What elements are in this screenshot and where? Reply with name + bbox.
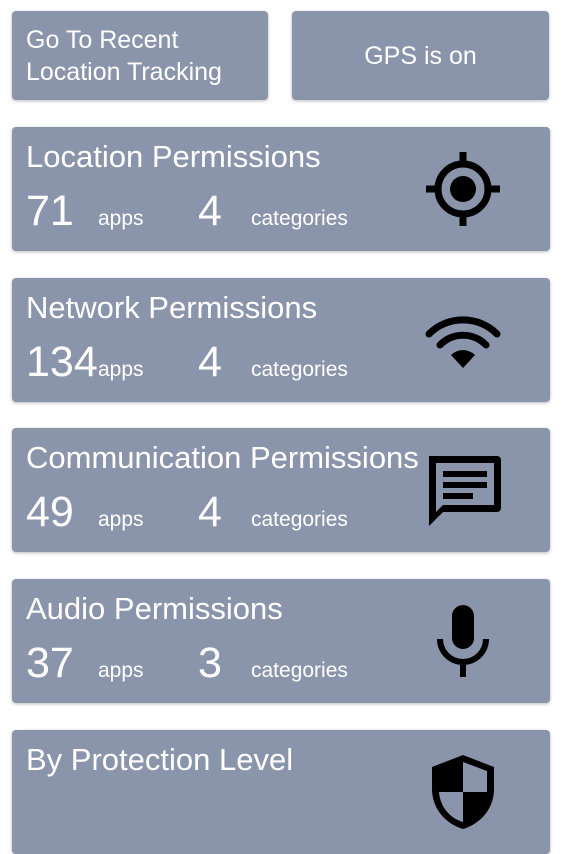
apps-label: apps xyxy=(98,207,144,230)
apps-count: 134 xyxy=(26,338,98,386)
apps-count: 49 xyxy=(26,488,74,536)
apps-label: apps xyxy=(98,358,144,381)
apps-label: apps xyxy=(98,508,144,531)
categories-count: 4 xyxy=(198,488,222,536)
location-target-icon xyxy=(423,149,503,229)
categories-label: categories xyxy=(251,508,348,531)
gps-status-label: GPS is on xyxy=(364,41,477,70)
categories-count: 4 xyxy=(198,338,222,386)
protection-level-card[interactable]: By Protection Level xyxy=(12,730,550,854)
card-title: Communication Permissions xyxy=(26,440,419,475)
card-title: By Protection Level xyxy=(26,742,294,777)
communication-permissions-card[interactable]: Communication Permissions 49 apps 4 cate… xyxy=(12,428,550,552)
card-title: Network Permissions xyxy=(26,290,318,325)
recent-location-tracking-label: Go To Recent Location Tracking xyxy=(26,25,222,86)
card-title: Audio Permissions xyxy=(26,591,283,626)
recent-location-tracking-button[interactable]: Go To Recent Location Tracking xyxy=(12,11,268,100)
location-permissions-card[interactable]: Location Permissions 71 apps 4 categorie… xyxy=(12,127,550,251)
audio-permissions-card[interactable]: Audio Permissions 37 apps 3 categories xyxy=(12,579,550,703)
categories-count: 3 xyxy=(198,639,222,687)
card-title: Location Permissions xyxy=(26,139,321,174)
gps-status-button[interactable]: GPS is on xyxy=(292,11,549,100)
shield-icon xyxy=(423,752,503,832)
categories-label: categories xyxy=(251,207,348,230)
apps-label: apps xyxy=(98,659,144,682)
apps-count: 37 xyxy=(26,639,74,687)
categories-count: 4 xyxy=(198,187,222,235)
wifi-icon xyxy=(423,300,503,380)
network-permissions-card[interactable]: Network Permissions 134 apps 4 categorie… xyxy=(12,278,550,402)
message-icon xyxy=(423,450,503,530)
microphone-icon xyxy=(423,601,503,681)
categories-label: categories xyxy=(251,358,348,381)
categories-label: categories xyxy=(251,659,348,682)
apps-count: 71 xyxy=(26,187,74,235)
